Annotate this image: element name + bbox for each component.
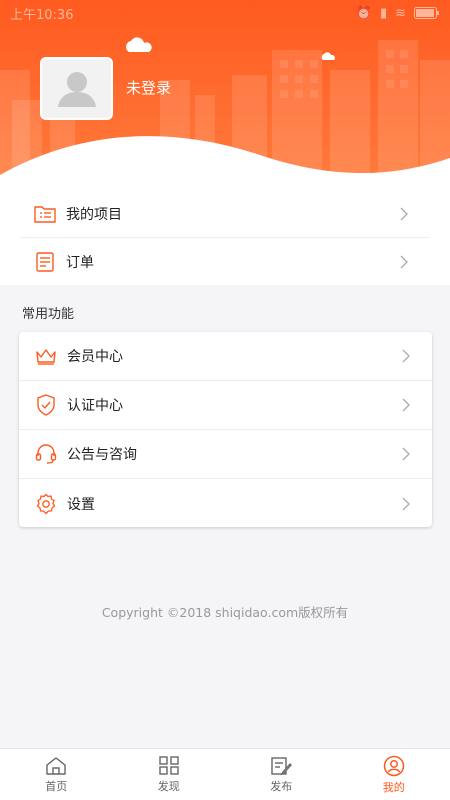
chevron-right-icon <box>402 398 410 412</box>
tab-home[interactable]: 首页 <box>0 749 113 800</box>
user-placeholder-icon <box>57 71 96 107</box>
menu-item-label: 会员中心 <box>67 349 123 365</box>
avatar[interactable] <box>40 57 113 120</box>
chevron-right-icon <box>402 349 410 363</box>
document-icon <box>34 251 56 273</box>
chevron-right-icon <box>402 497 410 510</box>
tab-discover[interactable]: 发现 <box>113 749 226 800</box>
wifi-icon: ≋ <box>395 5 406 21</box>
edit-icon <box>271 756 293 775</box>
menu-item-label: 订单 <box>66 255 94 271</box>
status-bar: 上午10:36 ⏰ ▮ ≋ <box>0 0 450 26</box>
profile-header: 上午10:36 ⏰ ▮ ≋ 未登录 <box>0 0 450 190</box>
gear-icon <box>35 493 57 515</box>
menu-item-announcements[interactable]: 公告与咨询 <box>19 430 432 479</box>
copyright-text: Copyright ©2018 shiqidao.com版权所有 <box>101 605 349 620</box>
crown-icon <box>35 345 57 367</box>
tab-label: 首页 <box>45 779 68 793</box>
section-title: 常用功能 <box>22 307 75 322</box>
headset-icon <box>35 443 57 465</box>
menu-item-label: 我的项目 <box>66 206 122 223</box>
shield-check-icon <box>35 394 57 416</box>
login-status-label[interactable]: 未登录 <box>126 77 171 98</box>
menu-item-membership[interactable]: 会员中心 <box>19 332 432 381</box>
battery-icon <box>414 7 439 19</box>
menu-item-label: 设置 <box>67 496 95 513</box>
alarm-icon: ⏰ <box>355 5 372 21</box>
menu-item-my-projects[interactable]: 我的项目 <box>20 190 430 238</box>
wave-divider <box>0 136 450 190</box>
tab-mine[interactable]: 我的 <box>338 749 450 800</box>
user-circle-icon <box>383 755 404 776</box>
signal-icon: ▮ <box>379 5 388 21</box>
cloud-small-icon <box>321 52 335 60</box>
menu-item-settings[interactable]: 设置 <box>19 479 432 528</box>
grid-icon <box>159 755 179 775</box>
chevron-right-icon <box>400 207 408 220</box>
tab-publish[interactable]: 发布 <box>225 749 338 800</box>
tab-label: 发布 <box>270 779 293 793</box>
top-menu: 我的项目 订单 <box>0 190 450 285</box>
cloud-icon <box>126 37 152 52</box>
functions-card: 会员中心 认证中心 公告与咨询 设置 <box>19 332 432 527</box>
tab-label: 我的 <box>382 780 405 794</box>
menu-item-label: 认证中心 <box>67 398 123 414</box>
menu-item-label: 公告与咨询 <box>67 447 137 463</box>
status-icons: ⏰ ▮ ≋ <box>356 6 440 21</box>
home-icon <box>46 756 66 775</box>
tab-label: 发现 <box>157 779 180 793</box>
chevron-right-icon <box>402 447 410 461</box>
chevron-right-icon <box>400 255 408 269</box>
menu-item-orders[interactable]: 订单 <box>20 238 430 286</box>
menu-item-certification[interactable]: 认证中心 <box>19 381 432 430</box>
bottom-tab-bar: 首页 发现 发布 我的 <box>0 748 450 800</box>
folder-list-icon <box>34 203 56 225</box>
status-time: 上午10:36 <box>10 7 74 23</box>
